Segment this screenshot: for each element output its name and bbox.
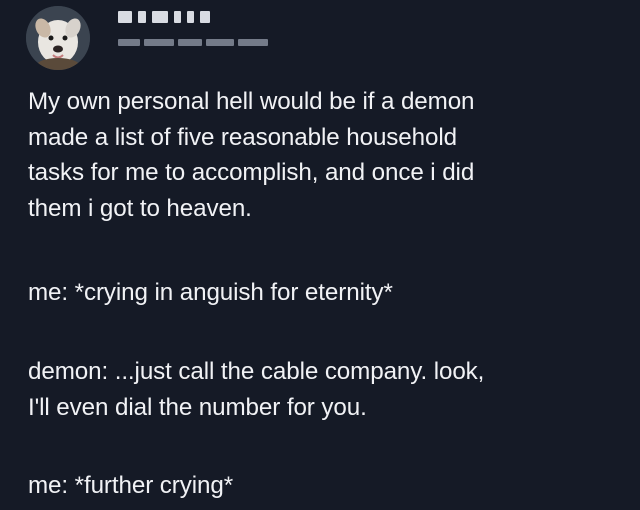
tweet-paragraph: demon: ...just call the cable company. l… (28, 354, 484, 425)
tweet-line: I'll even dial the number for you. (28, 393, 367, 421)
display-name-redacted[interactable] (118, 6, 210, 28)
redacted-name-block (200, 11, 210, 23)
tweet-line: me: *further crying* (28, 472, 234, 499)
tweet-line: tasks for me to accomplish, and once i d… (28, 159, 475, 186)
tweet-line: me: *crying in anguish for eternity* (28, 279, 393, 306)
tweet-line: demon: ...just call the cable company. l… (28, 358, 485, 385)
redacted-handle-block (238, 38, 268, 46)
dog-avatar-icon[interactable] (26, 6, 90, 70)
redacted-handle-block (118, 38, 140, 46)
tweet-post: My own personal hell would be if a demon… (0, 0, 640, 510)
tweet-line: My own personal hell would be if a demon (28, 88, 475, 115)
tweet-paragraph: me: *further crying* (28, 468, 233, 504)
redacted-name-block (152, 11, 168, 23)
handle-redacted[interactable] (118, 34, 268, 50)
redacted-name-block (118, 11, 132, 23)
redacted-handle-block (178, 38, 202, 46)
redacted-name-block (187, 11, 194, 23)
tweet-paragraph: My own personal hell would be if a demon… (28, 84, 475, 226)
tweet-paragraph: me: *crying in anguish for eternity* (28, 275, 393, 311)
redacted-handle-block (206, 38, 234, 46)
tweet-line: them i got to heaven. (28, 194, 252, 222)
redacted-handle-block (144, 38, 174, 46)
redacted-name-block (138, 11, 146, 23)
redacted-name-block (174, 11, 181, 23)
tweet-line: made a list of five reasonable household (28, 123, 457, 151)
